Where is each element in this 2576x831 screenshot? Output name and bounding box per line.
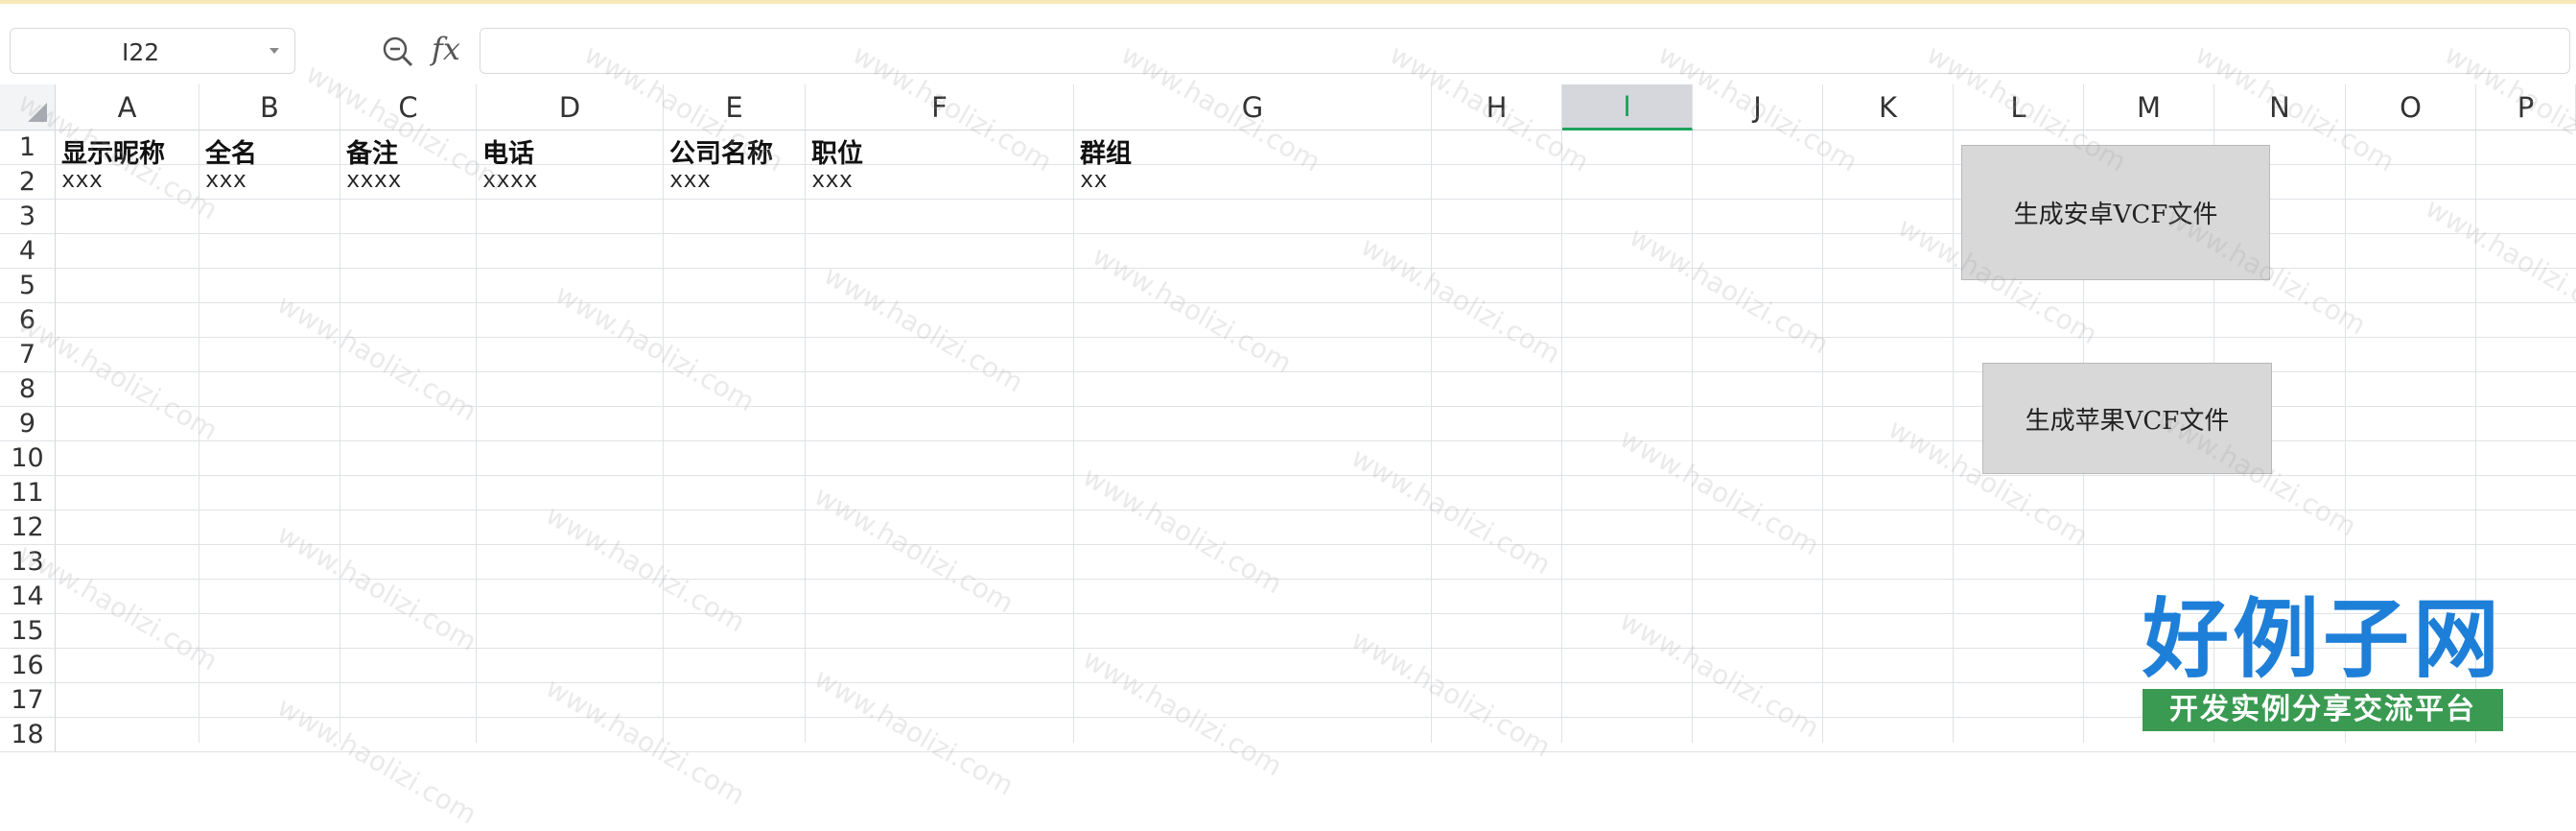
grid-vline <box>1431 131 1432 743</box>
row-header-16[interactable]: 16 <box>0 649 56 683</box>
column-header-c[interactable]: C <box>340 84 477 131</box>
row-header-3[interactable]: 3 <box>0 200 56 234</box>
column-header-p[interactable]: P <box>2476 84 2576 131</box>
column-header-j[interactable]: J <box>1693 84 1823 131</box>
row-header-10[interactable]: 10 <box>0 441 56 476</box>
row-header-5[interactable]: 5 <box>0 269 56 303</box>
grid-hline <box>56 751 2576 752</box>
column-header-o[interactable]: O <box>2346 84 2476 131</box>
row-header-7[interactable]: 7 <box>0 338 56 372</box>
row-header-15[interactable]: 15 <box>0 614 56 649</box>
grid-vline <box>1561 131 1562 743</box>
cell-g1[interactable]: 群组 <box>1080 132 1132 170</box>
generate-apple-vcf-button[interactable]: 生成苹果VCF文件 <box>1982 363 2272 474</box>
row-header-17[interactable]: 17 <box>0 683 56 718</box>
cell-c2[interactable]: xxxx <box>346 169 402 195</box>
grid-vline <box>1953 131 1954 743</box>
grid-hline <box>56 544 2576 545</box>
formula-bar: I22 fx <box>0 4 2576 83</box>
row-header-8[interactable]: 8 <box>0 372 56 407</box>
cell-a2[interactable]: xxx <box>61 169 103 195</box>
row-header-4[interactable]: 4 <box>0 234 56 269</box>
cell-e2[interactable]: xxx <box>669 169 711 195</box>
cell-b1[interactable]: 全名 <box>205 132 257 170</box>
column-header-a[interactable]: A <box>56 84 199 131</box>
zoom-magnifier-icon[interactable] <box>382 36 414 68</box>
column-header-l[interactable]: L <box>1954 84 2084 131</box>
logo-subtitle: 开发实例分享交流平台 <box>2143 689 2503 731</box>
name-box[interactable]: I22 <box>10 28 295 74</box>
column-header-h[interactable]: H <box>1432 84 1562 131</box>
generate-android-vcf-button[interactable]: 生成安卓VCF文件 <box>1961 145 2270 280</box>
row-header-1[interactable]: 1 <box>0 131 56 165</box>
cell-c1[interactable]: 备注 <box>346 132 398 170</box>
column-header-m[interactable]: M <box>2084 84 2214 131</box>
column-header-d[interactable]: D <box>477 84 664 131</box>
grid-vline <box>1692 131 1693 743</box>
cell-f1[interactable]: 职位 <box>811 132 863 170</box>
formula-input[interactable] <box>480 28 2570 74</box>
row-header-18[interactable]: 18 <box>0 718 56 752</box>
grid-hline <box>56 302 2576 303</box>
column-header-e[interactable]: E <box>664 84 806 131</box>
row-header-14[interactable]: 14 <box>0 580 56 614</box>
cell-d1[interactable]: 电话 <box>482 132 534 170</box>
row-header-13[interactable]: 13 <box>0 545 56 580</box>
grid-vline <box>1073 131 1074 743</box>
cell-d2[interactable]: xxxx <box>482 169 538 195</box>
logo-title: 好例子网 <box>2143 593 2503 687</box>
row-header-2[interactable]: 2 <box>0 165 56 200</box>
row-header-6[interactable]: 6 <box>0 303 56 338</box>
select-all-corner[interactable] <box>0 84 56 131</box>
cell-g2[interactable]: xx <box>1080 169 1108 195</box>
grid-hline <box>56 579 2576 580</box>
grid-vline <box>805 131 806 743</box>
column-header-g[interactable]: G <box>1074 84 1432 131</box>
column-header-f[interactable]: F <box>806 84 1074 131</box>
column-header-k[interactable]: K <box>1823 84 1954 131</box>
name-box-value: I22 <box>122 38 159 66</box>
grid-hline <box>56 475 2576 476</box>
cell-a1[interactable]: 显示昵称 <box>61 132 165 170</box>
column-header-b[interactable]: B <box>199 84 340 131</box>
grid-hline <box>56 337 2576 338</box>
chevron-down-icon[interactable] <box>269 48 279 54</box>
grid-vline <box>1822 131 1823 743</box>
row-header-12[interactable]: 12 <box>0 510 56 545</box>
grid-vline <box>476 131 477 743</box>
cell-f2[interactable]: xxx <box>811 169 853 195</box>
column-header-n[interactable]: N <box>2214 84 2346 131</box>
grid-vline <box>663 131 664 743</box>
cell-b2[interactable]: xxx <box>205 169 246 195</box>
column-header-i[interactable]: I <box>1562 84 1693 131</box>
row-header-9[interactable]: 9 <box>0 407 56 441</box>
row-header-11[interactable]: 11 <box>0 476 56 510</box>
fx-icon[interactable]: fx <box>432 31 460 67</box>
cell-e1[interactable]: 公司名称 <box>669 132 773 170</box>
logo: 好例子网 开发实例分享交流平台 <box>2143 593 2503 737</box>
